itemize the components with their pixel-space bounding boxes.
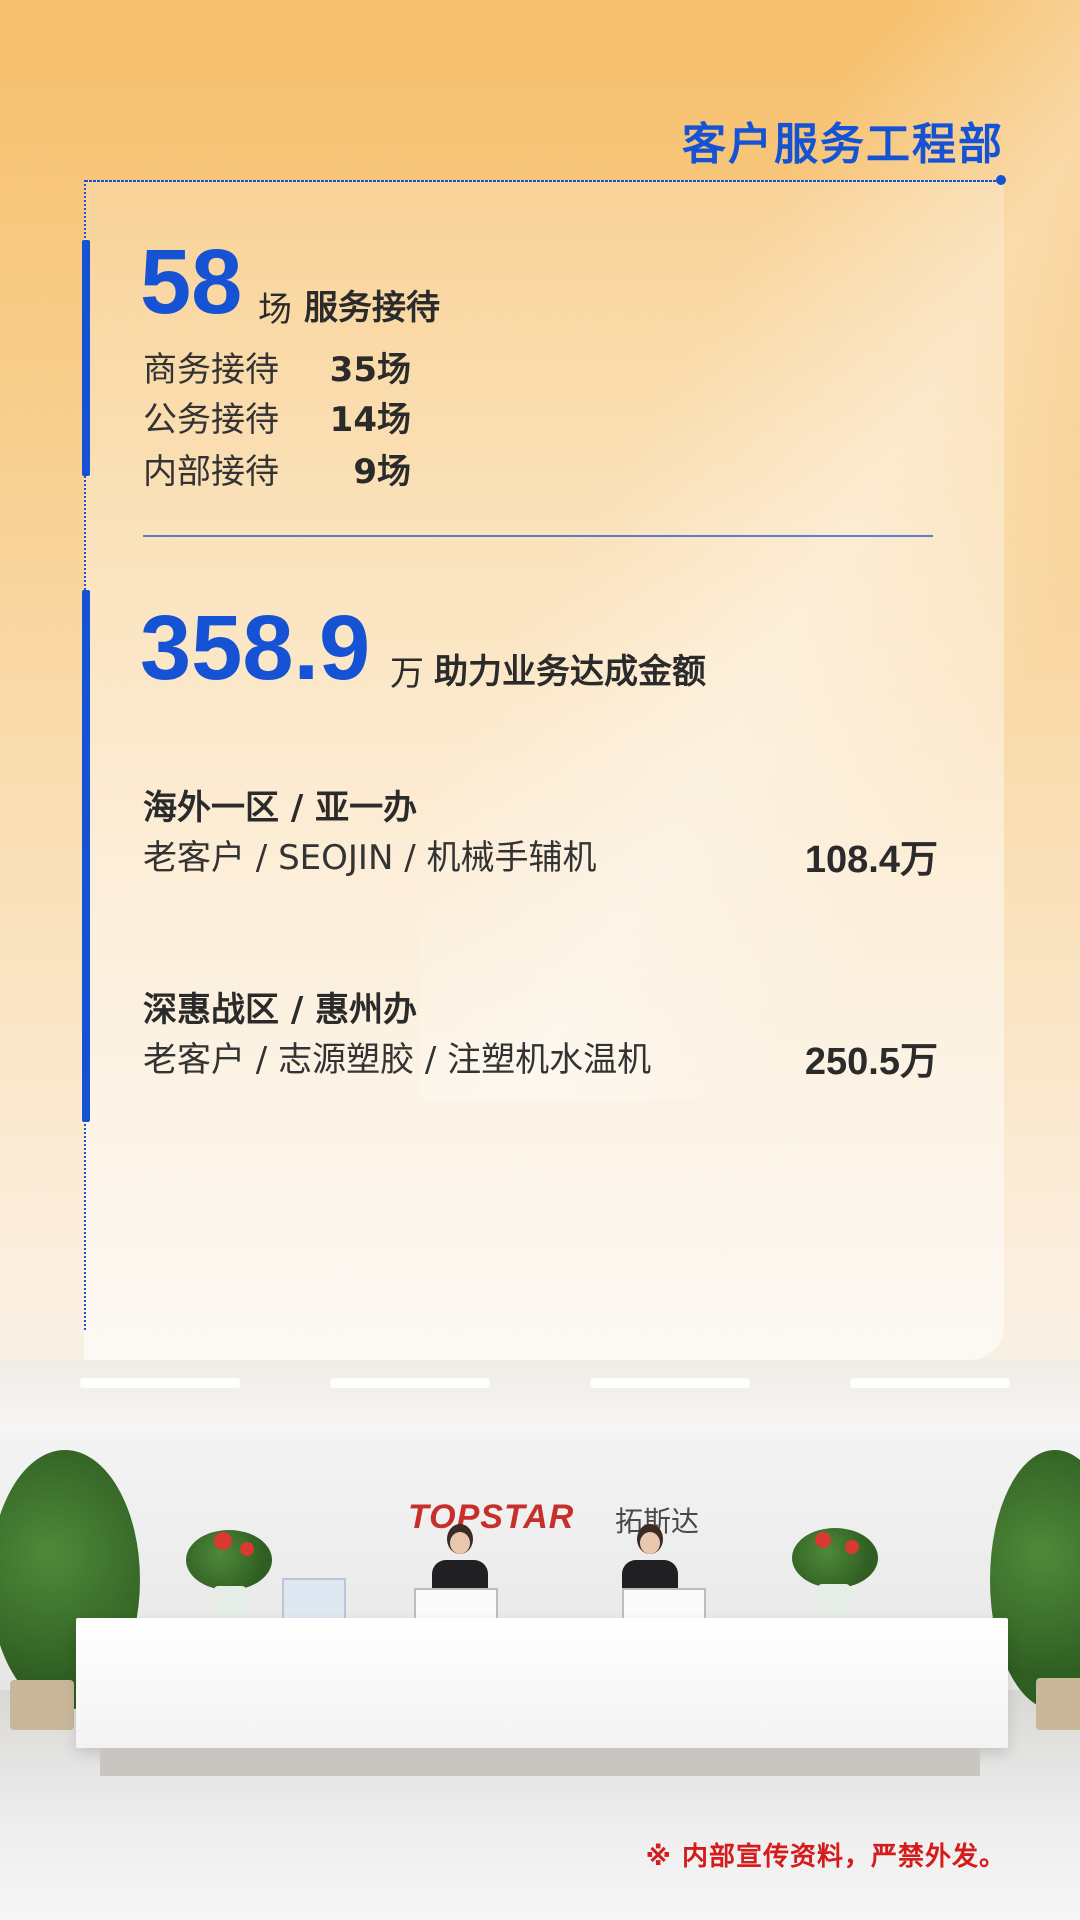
case-detail: 老客户 / SEOJIN / 机械手辅机 bbox=[143, 838, 597, 878]
section-accent-bar-deals bbox=[82, 590, 90, 1122]
reception-desk-base bbox=[100, 1748, 980, 1776]
deals-label: 助力业务达成金额 bbox=[434, 652, 706, 692]
plant-pot bbox=[818, 1584, 850, 1616]
plant-pot bbox=[10, 1680, 74, 1730]
reception-item: 商务接待 35场 bbox=[143, 342, 411, 391]
reception-item-value: 14场 bbox=[329, 400, 411, 440]
deals-unit: 万 bbox=[390, 654, 424, 694]
red-flower bbox=[815, 1532, 831, 1548]
department-title: 客户服务工程部 bbox=[682, 119, 1004, 170]
deals-total: 358.9 bbox=[140, 597, 371, 699]
plant-pot bbox=[214, 1586, 246, 1616]
red-flower bbox=[240, 1542, 254, 1556]
case-detail: 老客户 / 志源塑胶 / 注塑机水温机 bbox=[143, 1040, 652, 1080]
reception-unit: 场 bbox=[258, 290, 292, 330]
confidential-notice: ※ 内部宣传资料，严禁外发。 bbox=[645, 1842, 1006, 1872]
plant-pot bbox=[1036, 1678, 1080, 1730]
face bbox=[450, 1532, 470, 1554]
case-region: 海外一区 / 亚一办 bbox=[143, 788, 418, 828]
case-region: 深惠战区 / 惠州办 bbox=[143, 990, 418, 1030]
red-flower bbox=[845, 1540, 859, 1554]
reception-item-label: 公务接待 bbox=[143, 400, 279, 440]
reception-item: 公务接待 14场 bbox=[143, 392, 411, 441]
company-logo-en: TOPSTAR bbox=[408, 1498, 575, 1536]
reception-item-label: 内部接待 bbox=[143, 452, 279, 492]
ceiling-light bbox=[80, 1378, 240, 1388]
card-corner-dot bbox=[996, 175, 1006, 185]
red-flower bbox=[214, 1532, 232, 1550]
reception-desk bbox=[76, 1618, 1008, 1748]
ceiling bbox=[0, 1360, 1080, 1430]
reception-item-value: 35场 bbox=[329, 350, 411, 390]
section-accent-bar-reception bbox=[82, 240, 90, 476]
reception-item-value: 9场 bbox=[353, 452, 411, 492]
reception-label: 服务接待 bbox=[304, 288, 440, 328]
ceiling-light bbox=[850, 1378, 1010, 1388]
anthurium-plant bbox=[792, 1528, 878, 1588]
ceiling-light bbox=[590, 1378, 750, 1388]
reception-total: 58 bbox=[140, 231, 243, 333]
reception-item-label: 商务接待 bbox=[143, 350, 279, 390]
case-amount: 250.5万 bbox=[804, 1041, 938, 1083]
section-divider bbox=[143, 535, 933, 537]
ceiling-light bbox=[330, 1378, 490, 1388]
face bbox=[640, 1532, 660, 1554]
card-top-border bbox=[84, 180, 1004, 182]
reception-item: 内部接待 9场 bbox=[143, 444, 411, 493]
case-amount: 108.4万 bbox=[804, 839, 938, 881]
